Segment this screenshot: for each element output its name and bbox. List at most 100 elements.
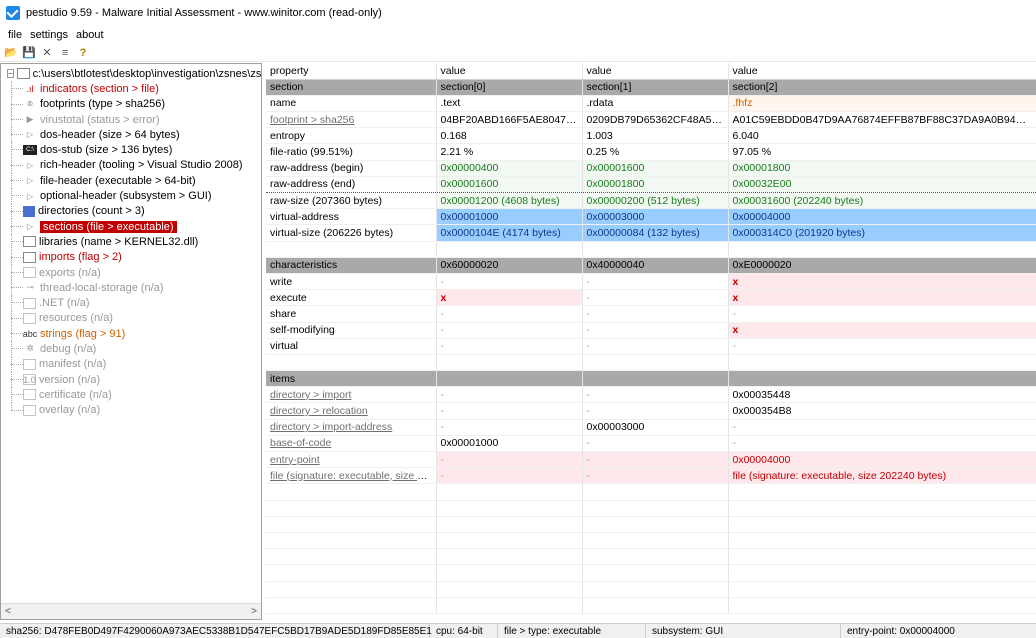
table-row[interactable]: footprint > sha256 04BF20ABD166F5AE804746…	[266, 111, 1036, 129]
table-row[interactable]: raw-address (begin) 0x00000400 0x00001600 0…	[266, 160, 1036, 177]
open-folder-icon[interactable]: 📂	[4, 46, 18, 60]
table-row[interactable]: entropy 0.168 1.003 6.040	[266, 127, 1036, 145]
tree-item-label: thread-local-storage (n/a)	[40, 281, 164, 294]
tree-item[interactable]: libraries (name > KERNEL32.dll)	[1, 234, 261, 250]
table-row[interactable]: base-of-code 0x00001000 - -	[266, 435, 1036, 453]
value-cell	[728, 354, 1036, 372]
tree-item[interactable]: ▷ optional-header (subsystem > GUI)	[1, 188, 261, 204]
tree-item[interactable]: imports (flag > 2)	[1, 249, 261, 265]
tree-connector	[11, 210, 23, 212]
cell-text: 0x40000040	[586, 259, 645, 272]
table-row[interactable]: self-modifying - - x	[266, 322, 1036, 339]
pestudio-check-icon	[6, 6, 20, 20]
tree-item[interactable]: C:\ dos-stub (size > 136 bytes)	[1, 142, 261, 158]
menu-file[interactable]: file	[4, 29, 26, 41]
table-row[interactable]	[266, 548, 1036, 566]
table-row[interactable]	[266, 532, 1036, 550]
value-cell: 0x60000020	[436, 257, 583, 274]
cell-text: 0x00001200 (4608 bytes)	[440, 194, 560, 207]
menu-settings[interactable]: settings	[26, 29, 72, 41]
tree-item[interactable]: ▶ virustotal (status > error)	[1, 111, 261, 128]
table-row[interactable]	[266, 516, 1036, 533]
cell-text: 0x00035448	[732, 388, 791, 401]
tree-pane[interactable]: − c:\users\btlotest\desktop\investigatio…	[0, 63, 262, 620]
flag-set-icon: x	[440, 291, 447, 304]
table-row[interactable]	[266, 483, 1036, 501]
table-row[interactable]: virtual-size (206226 bytes) 0x0000104E (4…	[266, 224, 1036, 242]
list-icon[interactable]: ≡	[58, 46, 72, 60]
table-row[interactable]: section section[0] section[1] section[2]	[266, 79, 1036, 96]
tree-item[interactable]: .NET (n/a)	[1, 295, 261, 311]
tree-item-label: .NET (n/a)	[39, 297, 90, 310]
collapse-icon[interactable]: −	[7, 69, 14, 79]
table-row[interactable]	[266, 500, 1036, 517]
scroll-left-icon[interactable]: <	[5, 606, 11, 617]
cell-text: 0x00003000	[586, 421, 645, 434]
table-row[interactable]: execute x - x	[266, 289, 1036, 307]
save-icon[interactable]: 💾	[22, 46, 36, 60]
tree-item[interactable]: ▷ rich-header (tooling > Visual Studio 20…	[1, 157, 261, 174]
table-row[interactable]: raw-size (207360 bytes) 0x00001200 (4608 …	[266, 192, 1036, 210]
property-cell: entropy	[266, 127, 437, 145]
tree-item[interactable]: ⊸ thread-local-storage (n/a)	[1, 280, 261, 296]
table-row[interactable]: raw-address (end) 0x00001600 0x00001800 0x0…	[266, 175, 1036, 194]
cell-text: 6.040	[732, 129, 759, 142]
table-row[interactable]	[266, 564, 1036, 582]
value-cell: x	[728, 289, 1036, 307]
table-row[interactable]: virtual-address 0x00001000 0x00003000 0x000…	[266, 208, 1036, 226]
tree-item[interactable]: resources (n/a)	[1, 310, 261, 327]
tree-item[interactable]: certificate (n/a)	[1, 387, 261, 403]
detail-pane[interactable]: property value value value section sectio…	[266, 63, 1036, 620]
value-cell: -	[728, 435, 1036, 453]
cell-text: -	[440, 469, 445, 482]
tree-item[interactable]: ▷ dos-header (size > 64 bytes)	[1, 127, 261, 143]
tree-item[interactable]: ▷ file-header (executable > 64-bit)	[1, 173, 261, 189]
tree-item[interactable]: manifest (n/a)	[1, 356, 261, 372]
table-row[interactable]	[266, 241, 1036, 258]
table-row[interactable]: entry-point - - 0x00004000	[266, 451, 1036, 469]
tree-item[interactable]: ✲ debug (n/a)	[1, 341, 261, 357]
tree-item[interactable]: ▷ sections (file > executable)	[1, 218, 261, 235]
table-row[interactable]: share - - -	[266, 305, 1036, 323]
table-row[interactable]: write - - x	[266, 273, 1036, 291]
table-row[interactable]: file-ratio (99.51%) 2.21 % 0.25 % 97.05 %	[266, 143, 1036, 161]
table-row[interactable]	[266, 354, 1036, 372]
tree-item[interactable]: 1.0 version (n/a)	[1, 371, 261, 388]
column-header[interactable]: value	[582, 63, 729, 80]
horizontal-scrollbar[interactable]: < >	[1, 603, 261, 619]
tree-item[interactable]: .ıl indicators (section > file)	[1, 81, 261, 97]
table-row[interactable]: name .text .rdata .fhfz	[266, 95, 1036, 113]
table-row[interactable]	[266, 597, 1036, 614]
tree-item-label: virustotal (status > error)	[40, 113, 160, 126]
value-cell	[728, 483, 1036, 501]
table-row[interactable]	[266, 581, 1036, 598]
table-row[interactable]: directory > import - - 0x00035448	[266, 386, 1036, 404]
column-header[interactable]: value	[436, 63, 583, 80]
menu-about[interactable]: about	[72, 29, 108, 41]
help-icon[interactable]: ?	[76, 46, 90, 60]
table-row[interactable]: directory > import-address - 0x00003000 -	[266, 419, 1036, 436]
column-header[interactable]: value	[728, 63, 1036, 80]
close-icon[interactable]: ✕	[40, 46, 54, 60]
tree-item[interactable]: ⌾ footprints (type > sha256)	[1, 96, 261, 112]
column-header[interactable]: property	[266, 63, 437, 80]
tree-item[interactable]: overlay (n/a)	[1, 402, 261, 418]
value-cell	[728, 516, 1036, 533]
tree-root[interactable]: − c:\users\btlotest\desktop\investigatio…	[1, 66, 261, 81]
menu-bar: file settings about	[0, 26, 1036, 44]
table-row[interactable]: items	[266, 370, 1036, 388]
tree-item[interactable]: abc strings (flag > 91)	[1, 326, 261, 342]
value-cell: 0x00001800	[728, 160, 1036, 177]
value-cell: 0x00001000	[436, 435, 583, 453]
tree-item[interactable]: directories (count > 3)	[1, 203, 261, 219]
value-cell	[436, 500, 583, 517]
value-cell	[436, 516, 583, 533]
scroll-right-icon[interactable]: >	[251, 606, 257, 617]
table-row[interactable]: characteristics 0x60000020 0x40000040 0xE00…	[266, 257, 1036, 274]
cell-text: section[1]	[586, 81, 632, 94]
table-row[interactable]: file (signature: executable, size 202...…	[266, 467, 1036, 485]
table-row[interactable]: virtual - - -	[266, 338, 1036, 355]
tree-item[interactable]: exports (n/a)	[1, 264, 261, 281]
table-row[interactable]: directory > relocation - - 0x000354B8	[266, 402, 1036, 420]
cell-text: -	[732, 307, 737, 320]
